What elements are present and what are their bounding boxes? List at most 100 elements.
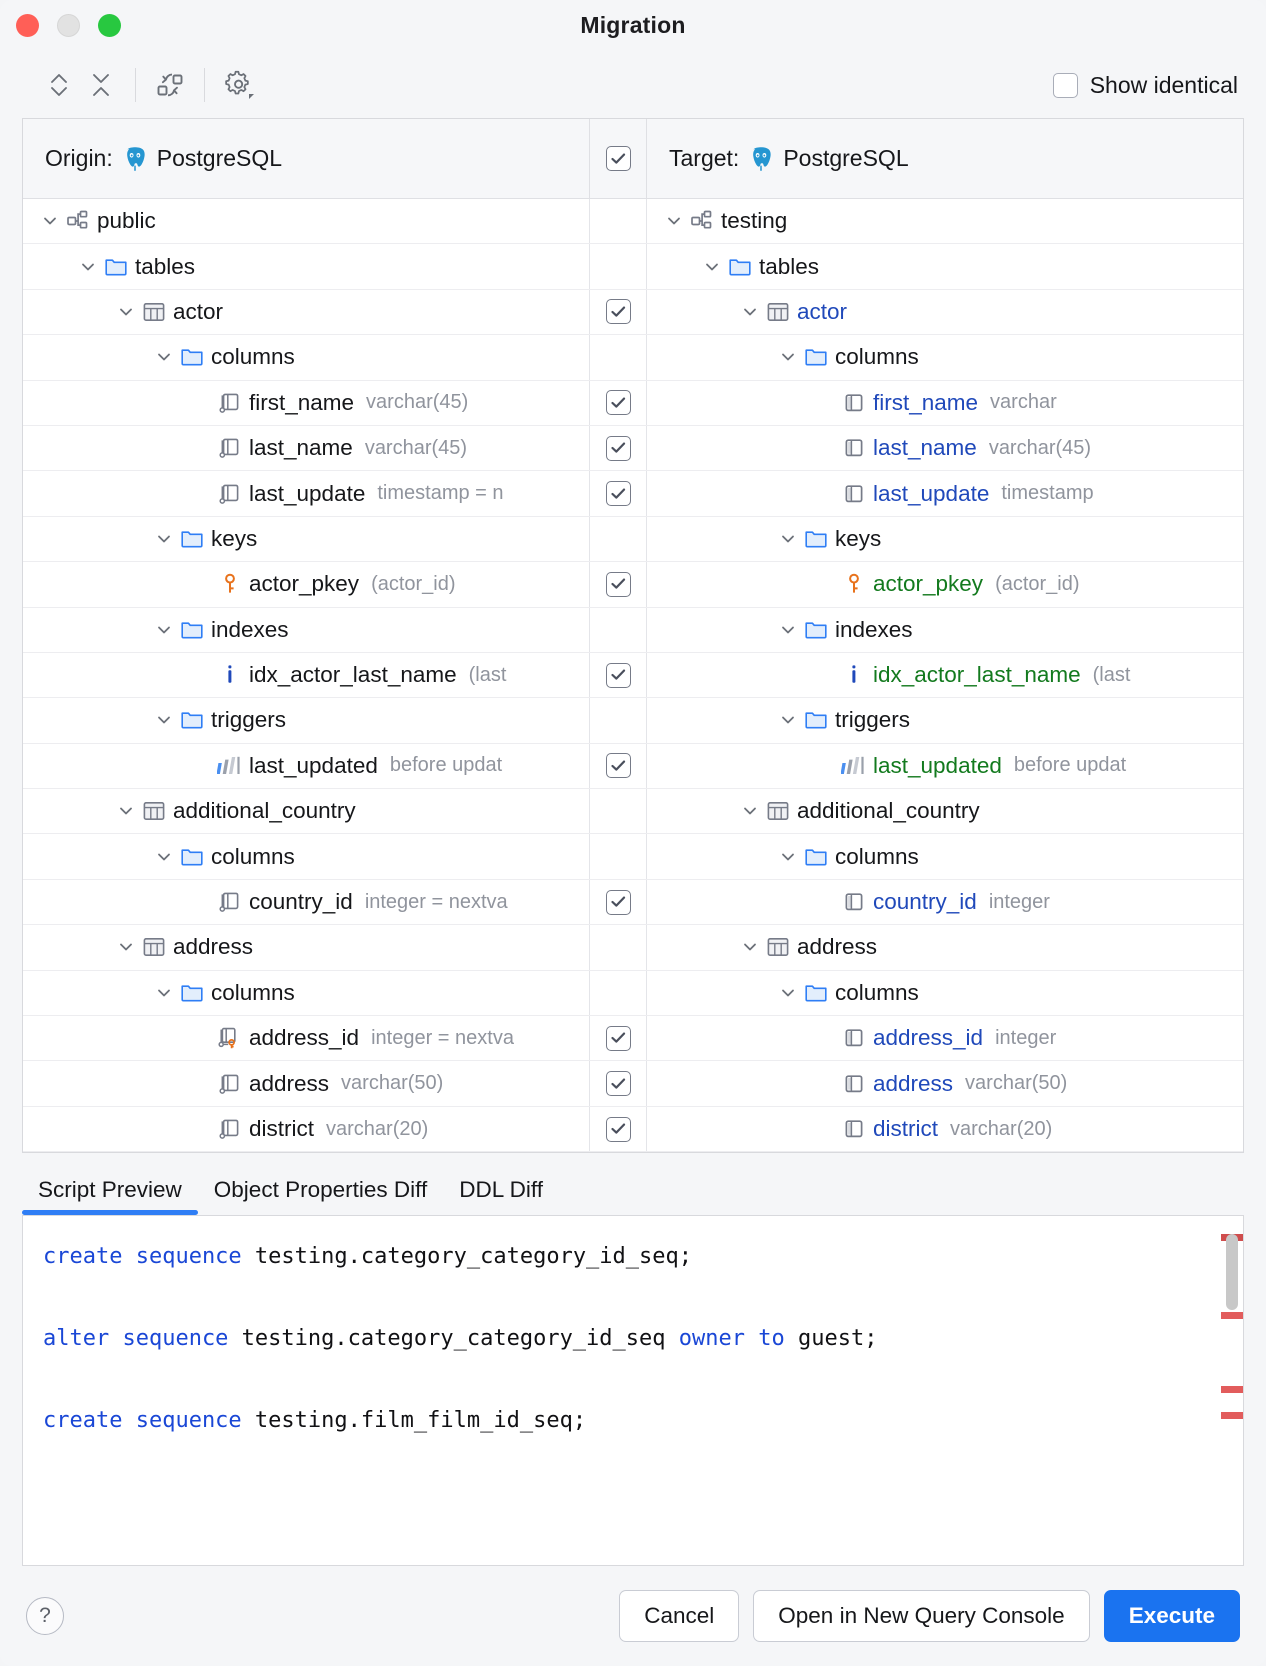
- chevron-down-icon[interactable]: [775, 848, 801, 866]
- origin-tree-node[interactable]: actor_pkey(actor_id): [23, 562, 589, 606]
- target-tree-node[interactable]: indexes: [647, 608, 1243, 652]
- diff-row[interactable]: last_updatedbefore updat last_updatedbefo…: [23, 744, 1243, 789]
- chevron-down-icon[interactable]: [75, 258, 101, 276]
- target-cell[interactable]: last_namevarchar(45): [647, 426, 1243, 470]
- select-all-cell[interactable]: [589, 119, 647, 198]
- origin-cell[interactable]: address_idinteger = nextva: [23, 1016, 589, 1060]
- origin-tree-node[interactable]: indexes: [23, 608, 589, 652]
- target-cell[interactable]: districtvarchar(20): [647, 1107, 1243, 1151]
- script-preview-editor[interactable]: create sequence testing.category_categor…: [22, 1215, 1244, 1566]
- row-checkbox-cell[interactable]: [589, 744, 647, 788]
- target-tree-node[interactable]: columns: [647, 971, 1243, 1015]
- origin-tree-node[interactable]: idx_actor_last_name(last: [23, 653, 589, 697]
- origin-tree-node[interactable]: additional_country: [23, 789, 589, 833]
- origin-cell[interactable]: last_updatetimestamp = n: [23, 471, 589, 515]
- diff-row[interactable]: public testing: [23, 199, 1243, 244]
- origin-cell[interactable]: districtvarchar(20): [23, 1107, 589, 1151]
- swap-sides-icon[interactable]: [149, 64, 191, 106]
- target-tree-node[interactable]: additional_country: [647, 789, 1243, 833]
- row-checkbox[interactable]: [606, 663, 631, 688]
- chevron-down-icon[interactable]: [151, 711, 177, 729]
- origin-cell[interactable]: columns: [23, 834, 589, 878]
- chevron-down-icon[interactable]: [775, 621, 801, 639]
- row-checkbox-cell[interactable]: [589, 562, 647, 606]
- origin-cell[interactable]: public: [23, 199, 589, 243]
- origin-tree-node[interactable]: country_idinteger = nextva: [23, 880, 589, 924]
- row-checkbox[interactable]: [606, 299, 631, 324]
- row-checkbox-cell[interactable]: [589, 1061, 647, 1105]
- row-checkbox[interactable]: [606, 436, 631, 461]
- target-cell[interactable]: testing: [647, 199, 1243, 243]
- diff-row[interactable]: indexes indexes: [23, 608, 1243, 653]
- origin-cell[interactable]: columns: [23, 971, 589, 1015]
- diff-row[interactable]: additional_country additional_country: [23, 789, 1243, 834]
- target-tree-node[interactable]: actor: [647, 290, 1243, 334]
- target-cell[interactable]: keys: [647, 517, 1243, 561]
- target-tree-node[interactable]: columns: [647, 834, 1243, 878]
- diff-row[interactable]: last_namevarchar(45) last_namevarchar(45): [23, 426, 1243, 471]
- diff-row[interactable]: address_idinteger = nextvaaddress_idinte…: [23, 1016, 1243, 1061]
- error-marker-4[interactable]: [1221, 1412, 1243, 1419]
- origin-tree-node[interactable]: last_updatedbefore updat: [23, 744, 589, 788]
- origin-tree-node[interactable]: keys: [23, 517, 589, 561]
- tab-ddl-diff[interactable]: DDL Diff: [443, 1177, 559, 1215]
- target-tree-node[interactable]: address: [647, 925, 1243, 969]
- diff-row[interactable]: columns columns: [23, 971, 1243, 1016]
- target-tree-node[interactable]: tables: [647, 244, 1243, 288]
- diff-row[interactable]: actor actor: [23, 290, 1243, 335]
- row-checkbox[interactable]: [606, 481, 631, 506]
- target-cell[interactable]: additional_country: [647, 789, 1243, 833]
- chevron-down-icon[interactable]: [113, 802, 139, 820]
- target-tree-node[interactable]: last_updatetimestamp: [647, 471, 1243, 515]
- chevron-down-icon[interactable]: [151, 984, 177, 1002]
- origin-cell[interactable]: idx_actor_last_name(last: [23, 653, 589, 697]
- target-tree-node[interactable]: first_namevarchar: [647, 381, 1243, 425]
- gear-icon[interactable]: [218, 64, 260, 106]
- sql-code[interactable]: create sequence testing.category_categor…: [23, 1216, 1243, 1441]
- row-checkbox[interactable]: [606, 753, 631, 778]
- target-cell[interactable]: triggers: [647, 698, 1243, 742]
- origin-tree-node[interactable]: tables: [23, 244, 589, 288]
- origin-cell[interactable]: last_updatedbefore updat: [23, 744, 589, 788]
- row-checkbox-cell[interactable]: [589, 1107, 647, 1151]
- origin-tree-node[interactable]: address: [23, 925, 589, 969]
- target-cell[interactable]: addressvarchar(50): [647, 1061, 1243, 1105]
- chevron-down-icon[interactable]: [775, 530, 801, 548]
- origin-cell[interactable]: keys: [23, 517, 589, 561]
- chevron-down-icon[interactable]: [151, 348, 177, 366]
- target-tree-node[interactable]: addressvarchar(50): [647, 1061, 1243, 1105]
- row-checkbox-cell[interactable]: [589, 381, 647, 425]
- diff-row[interactable]: last_updatetimestamp = n last_updatetimes…: [23, 471, 1243, 516]
- target-cell[interactable]: indexes: [647, 608, 1243, 652]
- chevron-down-icon[interactable]: [775, 348, 801, 366]
- error-marker-2[interactable]: [1221, 1312, 1243, 1319]
- error-marker-3[interactable]: [1221, 1386, 1243, 1393]
- chevron-down-icon[interactable]: [37, 212, 63, 230]
- origin-cell[interactable]: indexes: [23, 608, 589, 652]
- origin-cell[interactable]: last_namevarchar(45): [23, 426, 589, 470]
- origin-cell[interactable]: country_idinteger = nextva: [23, 880, 589, 924]
- chevron-down-icon[interactable]: [113, 303, 139, 321]
- row-checkbox-cell[interactable]: [589, 290, 647, 334]
- chevron-down-icon[interactable]: [113, 938, 139, 956]
- target-cell[interactable]: last_updatedbefore updat: [647, 744, 1243, 788]
- origin-tree-node[interactable]: public: [23, 199, 589, 243]
- target-tree-node[interactable]: districtvarchar(20): [647, 1107, 1243, 1151]
- diff-row[interactable]: triggers triggers: [23, 698, 1243, 743]
- target-tree-node[interactable]: idx_actor_last_name(last: [647, 653, 1243, 697]
- target-tree-node[interactable]: country_idinteger: [647, 880, 1243, 924]
- origin-cell[interactable]: first_namevarchar(45): [23, 381, 589, 425]
- diff-row[interactable]: actor_pkey(actor_id)actor_pkey(actor_id): [23, 562, 1243, 607]
- open-in-new-query-console-button[interactable]: Open in New Query Console: [753, 1590, 1089, 1642]
- row-checkbox[interactable]: [606, 1071, 631, 1096]
- origin-tree-node[interactable]: first_namevarchar(45): [23, 381, 589, 425]
- origin-tree-node[interactable]: actor: [23, 290, 589, 334]
- diff-row[interactable]: tables tables: [23, 244, 1243, 289]
- origin-tree-node[interactable]: columns: [23, 971, 589, 1015]
- origin-cell[interactable]: triggers: [23, 698, 589, 742]
- origin-cell[interactable]: actor_pkey(actor_id): [23, 562, 589, 606]
- target-cell[interactable]: last_updatetimestamp: [647, 471, 1243, 515]
- origin-tree-node[interactable]: address_idinteger = nextva: [23, 1016, 589, 1060]
- target-cell[interactable]: columns: [647, 971, 1243, 1015]
- row-checkbox[interactable]: [606, 1026, 631, 1051]
